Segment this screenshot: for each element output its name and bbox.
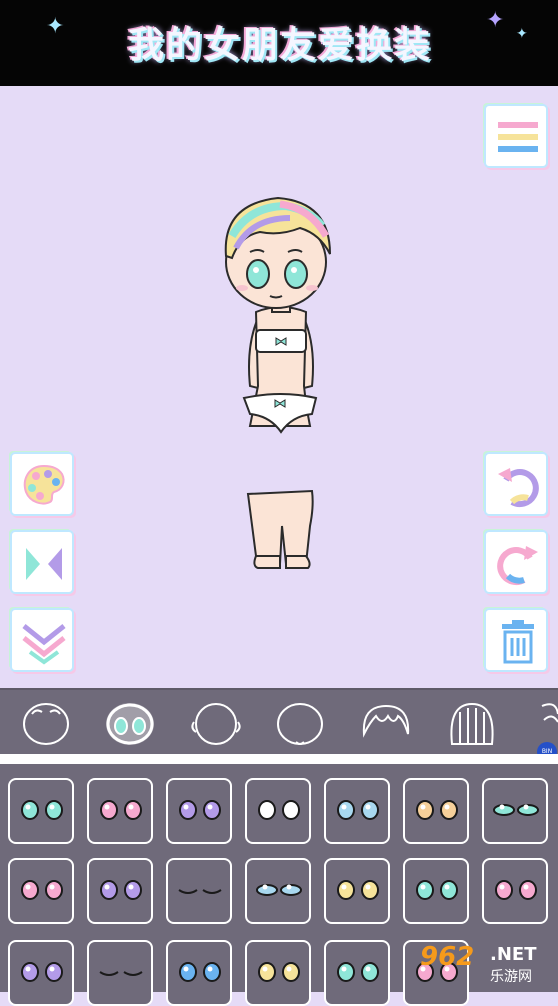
category-face-shape[interactable] [18,700,74,748]
ears-icon [191,703,241,745]
eye-style-icon [100,880,142,900]
category-more[interactable] [532,700,558,748]
eye-option-12[interactable] [324,858,390,924]
eye-option-15[interactable] [8,940,74,1006]
app-title: 我的女朋友爱换装 [127,25,432,66]
eye-style-icon [99,971,143,976]
divider-strip [0,754,558,764]
eye-option-3[interactable] [166,778,232,844]
menu-button[interactable] [486,106,546,166]
eye-style-icon [337,880,379,900]
menu-icon [498,122,538,152]
eye-style-icon [416,880,458,900]
eye-style-icon [21,800,63,820]
eyes-icon [106,703,154,745]
hair-accessory-icon [541,703,558,723]
trash-icon [502,620,534,664]
eye-option-2[interactable] [87,778,153,844]
redo-icon [497,546,538,585]
eye-option-13[interactable] [403,858,469,924]
head-icon [277,703,323,745]
eye-option-5[interactable] [324,778,390,844]
face-shape-icon [23,703,69,745]
eye-style-icon [258,800,300,820]
eye-option-9[interactable] [87,858,153,924]
flip-button[interactable] [12,532,72,592]
delete-button[interactable] [486,610,546,670]
eye-option-4[interactable] [245,778,311,844]
eye-style-icon [100,800,142,820]
character-doll[interactable] [0,86,558,688]
eye-option-18[interactable] [245,940,311,1006]
watermark-suffix: .NET [490,944,537,965]
category-ears[interactable] [188,700,244,748]
flip-icon [26,548,62,580]
eye-option-11[interactable] [245,858,311,924]
undo-icon [498,468,539,507]
category-head[interactable] [272,700,328,748]
category-hair-front[interactable] [358,700,414,748]
eye-style-icon [256,884,302,896]
eye-option-17[interactable] [166,940,232,1006]
eye-option-14[interactable] [482,858,548,924]
app-header: ✦ ✦ ✦ 我的女朋友爱换装 [0,0,558,86]
eye-option-16[interactable] [87,940,153,1006]
hair-front-icon [362,704,410,738]
eye-style-icon [416,800,458,820]
eye-style-icon [179,800,221,820]
eye-option-10[interactable] [166,858,232,924]
category-toolbar [0,688,558,756]
undo-button[interactable] [486,454,546,514]
collapse-button[interactable] [12,610,72,670]
category-hair-back[interactable] [444,700,500,748]
dressup-stage [0,86,558,688]
eye-style-icon [337,800,379,820]
palette-icon [23,464,65,505]
redo-button[interactable] [486,532,546,592]
hair-back-icon [450,702,494,745]
category-eyes[interactable] [102,700,158,748]
eye-style-icon [21,880,63,900]
eye-option-8[interactable] [8,858,74,924]
eye-style-icon [337,962,379,982]
watermark-site: 乐游网 [490,969,532,985]
watermark-number: 962 [420,942,475,972]
eye-option-1[interactable] [8,778,74,844]
eye-style-icon [179,962,221,982]
palette-button[interactable] [12,454,72,514]
eye-style-icon [178,889,222,894]
eye-style-icon [493,804,539,816]
eye-style-icon [21,962,63,982]
site-watermark: 962 .NET 乐游网 [412,938,558,990]
eye-style-icon [495,880,537,900]
eye-option-19[interactable] [324,940,390,1006]
eye-option-6[interactable] [403,778,469,844]
chevron-down-double-icon [22,624,66,665]
eye-style-icon [258,962,300,982]
eye-option-7[interactable] [482,778,548,844]
